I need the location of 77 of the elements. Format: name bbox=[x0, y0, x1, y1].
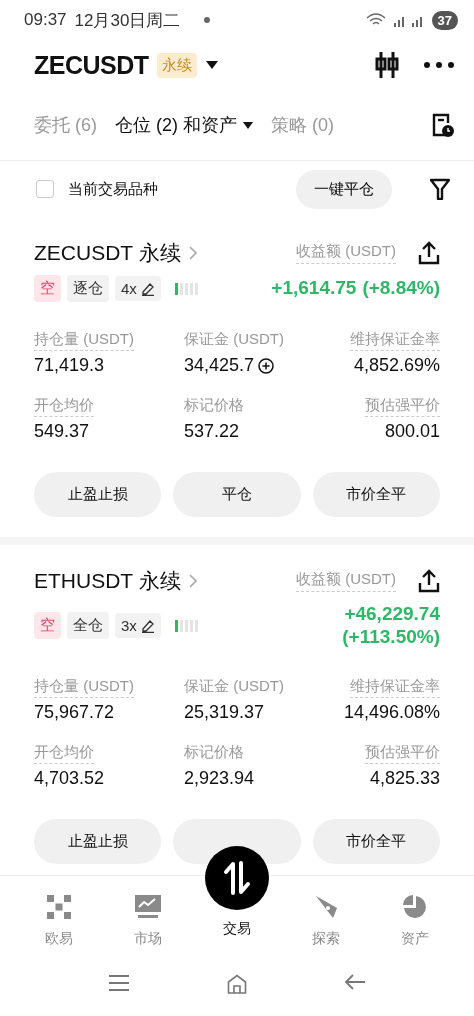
symbol-title[interactable]: ZECUSDT bbox=[34, 50, 149, 80]
pnl-value: +46,229.74 bbox=[344, 603, 440, 626]
filter-icon[interactable] bbox=[430, 178, 450, 200]
pnl-label: 收益额 (USDT) bbox=[296, 242, 396, 264]
stat-label: 保证金 (USDT) bbox=[184, 676, 284, 696]
stat-label: 开仓均价 bbox=[34, 396, 94, 417]
stat-value: 75,967.72 bbox=[34, 701, 115, 723]
stat-value: 2,923.94 bbox=[184, 767, 255, 789]
wifi-icon bbox=[365, 13, 386, 27]
nav-item[interactable]: 交易 bbox=[201, 846, 272, 948]
checkbox[interactable] bbox=[36, 180, 54, 198]
close-all-button[interactable]: 一键平仓 bbox=[296, 169, 392, 209]
perpetual-tag: 永续 bbox=[156, 52, 197, 78]
more-icon[interactable] bbox=[424, 62, 454, 68]
notification-dot bbox=[204, 17, 211, 23]
side-tag: 空 bbox=[34, 612, 61, 640]
edit-icon bbox=[140, 618, 155, 633]
leverage-button[interactable]: 3x bbox=[115, 613, 161, 639]
stat-value: 34,425.7 bbox=[184, 355, 255, 376]
stat-label: 标记价格 bbox=[184, 396, 244, 415]
grid-icon bbox=[45, 894, 72, 920]
pie-chart-icon bbox=[402, 894, 429, 920]
stat-label: 预估强平价 bbox=[365, 396, 440, 417]
stat-value: 537.22 bbox=[184, 421, 240, 442]
stat-value: 14,496.08% bbox=[343, 701, 440, 723]
stat-label: 持仓量 (USDT) bbox=[34, 330, 134, 351]
stat-label: 持仓量 (USDT) bbox=[34, 676, 134, 698]
side-tag: 空 bbox=[34, 275, 61, 302]
action-button[interactable]: 止盈止损 bbox=[34, 472, 162, 517]
position-title[interactable]: ETHUSDT 永续 bbox=[34, 567, 181, 595]
stat-value: 4,825.33 bbox=[369, 767, 440, 789]
stat-label: 保证金 (USDT) bbox=[184, 330, 284, 349]
share-icon[interactable] bbox=[418, 569, 440, 593]
stat-label: 维持保证金率 bbox=[350, 330, 440, 351]
compass-icon bbox=[313, 894, 340, 920]
chart-icon bbox=[133, 894, 162, 920]
add-icon[interactable] bbox=[258, 357, 275, 374]
stat-value: 549.37 bbox=[34, 421, 90, 442]
stat-value: 4,703.52 bbox=[34, 767, 105, 789]
dropdown-icon[interactable] bbox=[204, 60, 219, 70]
home-icon[interactable] bbox=[227, 974, 247, 994]
nav-item[interactable]: 探索 bbox=[291, 894, 362, 948]
tab[interactable]: 仓位 (2) 和资产 bbox=[115, 113, 253, 137]
pnl-value: +1,614.75 bbox=[271, 277, 357, 300]
battery-level: 37 bbox=[431, 10, 458, 30]
stat-value: 800.01 bbox=[384, 421, 440, 442]
status-time: 09:37 bbox=[24, 10, 67, 30]
action-button[interactable]: 市价全平 bbox=[312, 472, 440, 517]
stat-value: 25,319.37 bbox=[184, 701, 265, 723]
stat-label: 标记价格 bbox=[184, 742, 244, 762]
nav-item[interactable]: 欧易 bbox=[23, 894, 94, 948]
share-icon[interactable] bbox=[418, 241, 440, 265]
pnl-label: 收益额 (USDT) bbox=[296, 570, 396, 592]
pnl-percent: (+113.50%) bbox=[342, 625, 440, 649]
stat-label: 预估强平价 bbox=[365, 742, 440, 764]
back-icon[interactable] bbox=[343, 974, 366, 990]
action-button[interactable]: 平仓 bbox=[173, 472, 301, 517]
action-button[interactable]: 止盈止损 bbox=[34, 818, 162, 864]
menu-icon[interactable] bbox=[108, 974, 131, 992]
leverage-button[interactable]: 4x bbox=[115, 276, 161, 301]
checkbox-label: 当前交易品种 bbox=[68, 179, 158, 199]
pnl-percent: (+8.84%) bbox=[362, 277, 440, 300]
margin-mode-tag: 全仓 bbox=[67, 612, 109, 640]
stat-label: 维持保证金率 bbox=[350, 676, 440, 698]
position-title[interactable]: ZECUSDT 永续 bbox=[34, 239, 181, 267]
status-date: 12月30日周二 bbox=[74, 9, 181, 32]
dropdown-icon bbox=[243, 121, 253, 129]
stat-value: 71,419.3 bbox=[34, 355, 105, 376]
margin-mode-tag: 逐仓 bbox=[67, 275, 109, 302]
candlestick-icon[interactable] bbox=[374, 51, 400, 79]
nav-item[interactable]: 市场 bbox=[112, 894, 183, 948]
stat-value: 4,852.69% bbox=[353, 355, 440, 376]
edit-icon bbox=[140, 281, 155, 296]
nav-item[interactable]: 资产 bbox=[380, 894, 451, 948]
action-button[interactable]: 市价全平 bbox=[312, 818, 440, 864]
stat-label: 开仓均价 bbox=[34, 742, 94, 764]
history-icon[interactable] bbox=[432, 113, 454, 137]
